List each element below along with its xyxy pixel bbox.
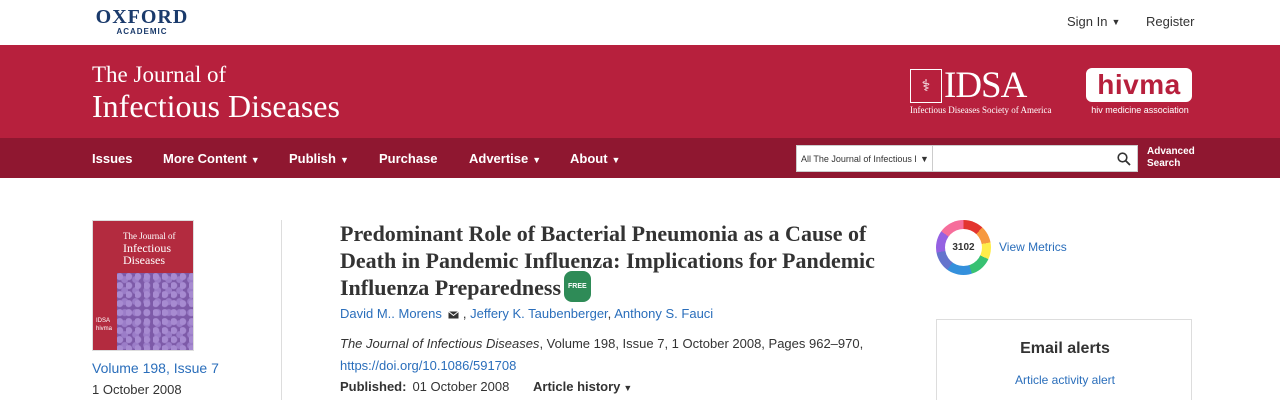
- published-date: 01 October 2008: [412, 379, 510, 394]
- caret-down-icon: ▼: [532, 155, 542, 165]
- article-title: Predominant Role of Bacterial Pneumonia …: [340, 220, 900, 305]
- view-metrics-link[interactable]: View Metrics: [999, 240, 1067, 254]
- advanced-search-link[interactable]: Advanced Search: [1147, 146, 1195, 170]
- search-button[interactable]: [1110, 145, 1138, 172]
- nav-publish-label: Publish: [289, 151, 336, 166]
- author-list: David M.. Morens, Jeffery K. Taubenberge…: [340, 306, 713, 322]
- nav-more-content-label: More Content: [163, 151, 247, 166]
- caret-down-icon: ▼: [920, 153, 929, 164]
- nav-about-label: About: [570, 151, 608, 166]
- cover-society-logos: IDSA hivma: [96, 317, 112, 333]
- top-bar: OXFORD ACADEMIC Sign In ▼ Register: [0, 0, 1280, 45]
- main-nav: Issues More Content ▼ Publish ▼ Purchase A…: [0, 138, 1280, 178]
- article-title-text: Predominant Role of Bacterial Pneumonia …: [340, 221, 875, 300]
- sign-in-button[interactable]: Sign In ▼: [1067, 14, 1120, 29]
- doi-link[interactable]: https://doi.org/10.1086/591708: [340, 358, 516, 373]
- nav-publish[interactable]: Publish ▼: [289, 151, 349, 166]
- cover-title: The Journal of Infectious Diseases: [123, 230, 175, 266]
- nav-more-content[interactable]: More Content ▼: [163, 151, 260, 166]
- caret-down-icon: ▼: [623, 383, 633, 393]
- email-alerts-panel: Email alerts Article activity alert: [936, 319, 1192, 400]
- journal-title-line2: Infectious Diseases: [92, 88, 340, 124]
- cover-micrograph-image: [117, 273, 193, 350]
- author-link[interactable]: Anthony S. Fauci: [614, 306, 713, 321]
- search-input[interactable]: [933, 145, 1111, 172]
- email-alerts-title: Email alerts: [1020, 340, 1110, 357]
- column-divider: [281, 220, 282, 400]
- caret-down-icon: ▼: [339, 155, 349, 165]
- oxford-logo-word: OXFORD: [95, 6, 189, 28]
- article-history-label: Article history: [533, 379, 621, 394]
- idsa-logo-sub: Infectious Diseases Society of America: [910, 105, 1052, 115]
- citation-details: , Volume 198, Issue 7, 1 October 2008, P…: [539, 336, 864, 351]
- idsa-logo[interactable]: ⚕ IDSA Infectious Diseases Society of Am…: [910, 67, 1070, 117]
- oxford-logo-sub: ACADEMIC: [116, 27, 168, 36]
- hivma-logo-word: hivma: [1086, 68, 1192, 102]
- article-activity-alert-link[interactable]: Article activity alert: [937, 373, 1193, 387]
- oxford-academic-logo[interactable]: OXFORD ACADEMIC: [92, 7, 192, 37]
- caret-down-icon: ▼: [250, 155, 260, 165]
- advanced-search-line2: Search: [1147, 158, 1181, 169]
- caret-down-icon: ▼: [611, 155, 621, 165]
- hivma-logo[interactable]: hivma hiv medicine association: [1086, 68, 1194, 120]
- published-line: Published: 01 October 2008: [340, 379, 509, 394]
- sign-in-label: Sign In: [1067, 14, 1108, 29]
- chevron-down-icon: ▼: [1111, 16, 1121, 27]
- search-scope-value: All The Journal of Infectious Diseases: [801, 153, 916, 164]
- altmetric-donut-badge[interactable]: 3102: [936, 220, 991, 275]
- cover-title-line3: Diseases: [123, 253, 165, 267]
- hivma-logo-sub: hiv medicine association: [1091, 105, 1189, 115]
- nav-issues[interactable]: Issues: [92, 151, 132, 166]
- idsa-emblem-icon: ⚕: [910, 69, 942, 103]
- idsa-logo-word: IDSA: [944, 65, 1027, 106]
- citation-line: The Journal of Infectious Diseases, Volu…: [340, 336, 863, 351]
- advanced-search-line1: Advanced: [1147, 146, 1195, 157]
- citation-journal: The Journal of Infectious Diseases: [340, 336, 540, 351]
- issue-cover-image[interactable]: The Journal of Infectious Diseases IDSA …: [92, 220, 194, 351]
- author-link[interactable]: David M.. Morens: [340, 306, 442, 321]
- nav-advertise-label: Advertise: [469, 151, 529, 166]
- altmetric-score: 3102: [945, 229, 982, 266]
- register-link[interactable]: Register: [1146, 14, 1194, 29]
- envelope-icon[interactable]: [448, 307, 459, 322]
- nav-issues-label: Issues: [92, 151, 133, 166]
- published-label: Published:: [340, 379, 407, 394]
- search-scope-select[interactable]: All The Journal of Infectious Diseases ▼: [796, 145, 933, 172]
- nav-purchase[interactable]: Purchase: [379, 151, 438, 166]
- cover-hivma-mark: hivma: [96, 326, 113, 332]
- issue-date: 1 October 2008: [92, 382, 182, 397]
- free-badge: FREE: [564, 271, 591, 303]
- article-history-toggle[interactable]: Article history ▼: [533, 379, 632, 394]
- journal-banner: The Journal of Infectious Diseases ⚕ IDS…: [0, 45, 1280, 138]
- author-link[interactable]: Jeffery K. Taubenberger: [470, 306, 608, 321]
- issue-volume-link[interactable]: Volume 198, Issue 7: [92, 360, 219, 376]
- nav-about[interactable]: About ▼: [570, 151, 620, 166]
- search-icon: [1116, 151, 1131, 166]
- nav-advertise[interactable]: Advertise ▼: [469, 151, 541, 166]
- cover-idsa-mark: IDSA: [96, 318, 111, 324]
- journal-title[interactable]: The Journal of Infectious Diseases: [92, 62, 340, 124]
- nav-purchase-label: Purchase: [379, 151, 438, 166]
- journal-title-line1: The Journal of: [92, 62, 227, 87]
